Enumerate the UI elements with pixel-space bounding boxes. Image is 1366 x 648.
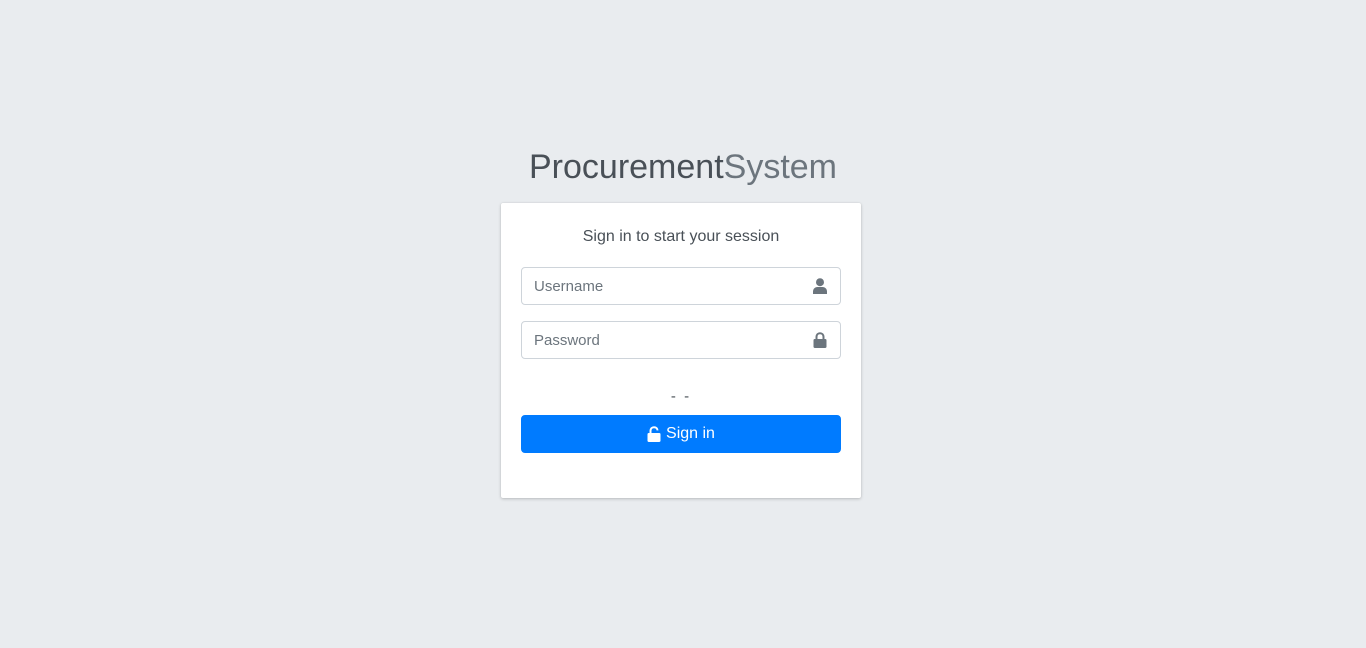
sign-in-button[interactable]: Sign in xyxy=(521,415,841,453)
login-card: Sign in to start your session - - Sign xyxy=(501,203,861,498)
password-input[interactable] xyxy=(522,322,800,358)
captcha-text: - - xyxy=(670,388,692,405)
login-box-message: Sign in to start your session xyxy=(582,228,780,245)
username-input-group xyxy=(521,267,841,305)
unlock-icon xyxy=(647,426,661,442)
lock-icon xyxy=(800,322,840,358)
username-input[interactable] xyxy=(522,268,800,304)
login-logo: ProcurementSystem xyxy=(0,146,1366,188)
user-icon xyxy=(800,268,840,304)
sign-in-label: Sign in xyxy=(666,425,715,442)
logo-light-text: System xyxy=(723,148,837,186)
password-input-group xyxy=(521,321,841,359)
logo-bold-text: Procurement xyxy=(529,148,724,186)
